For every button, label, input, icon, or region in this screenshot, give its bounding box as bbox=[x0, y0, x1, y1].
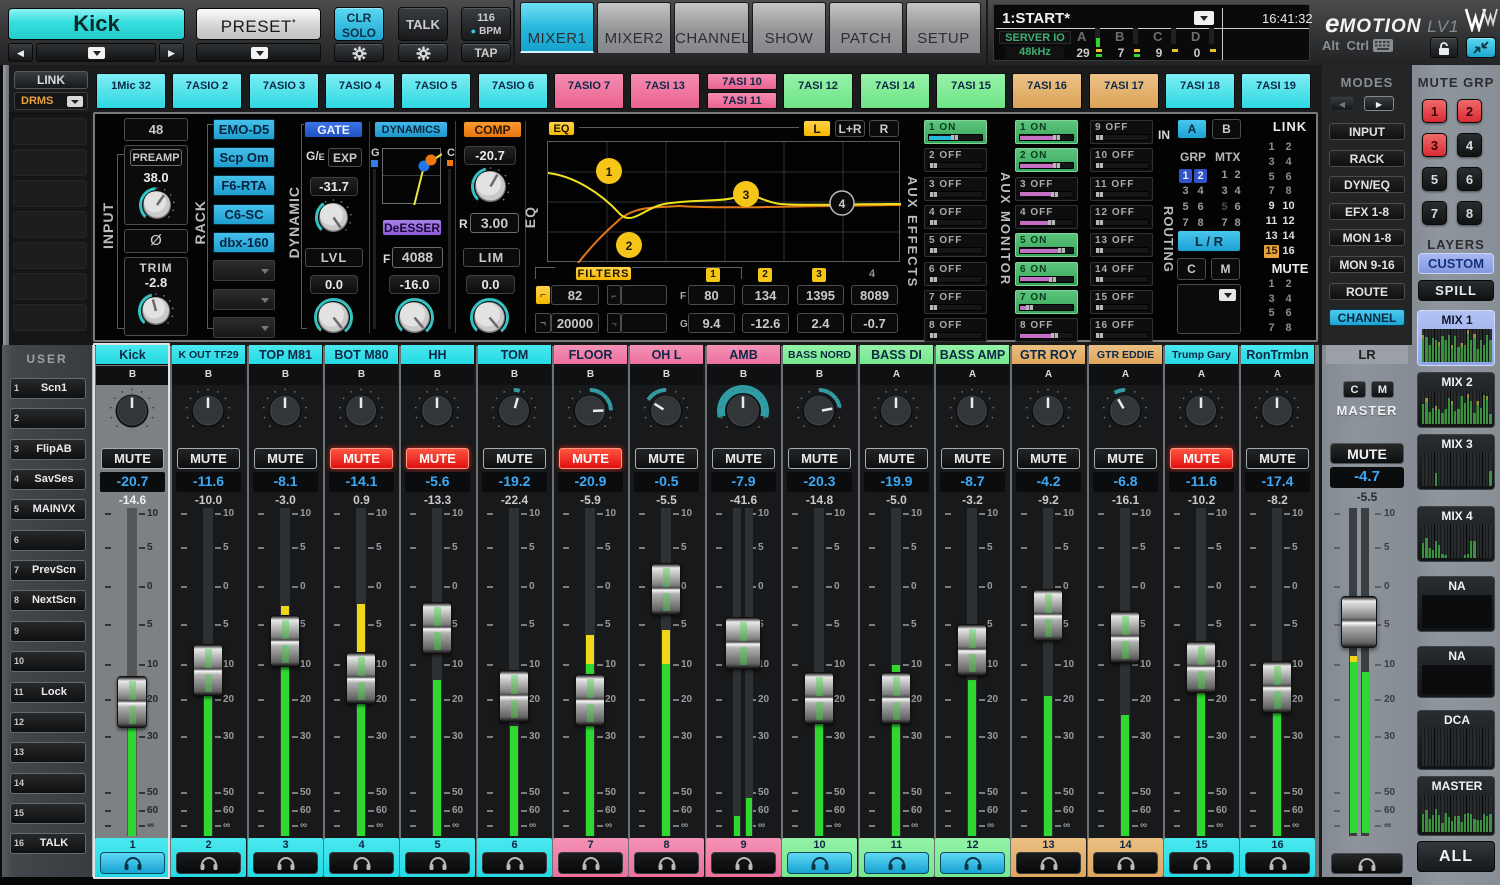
svg-text:2: 2 bbox=[626, 239, 633, 253]
svg-text:4: 4 bbox=[839, 197, 846, 211]
svg-text:3: 3 bbox=[743, 188, 750, 202]
svg-text:1: 1 bbox=[606, 165, 613, 179]
